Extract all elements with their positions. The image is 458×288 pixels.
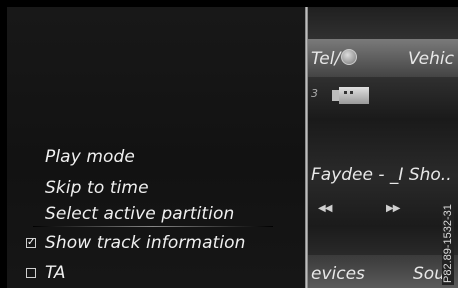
reference-code-text: P82.89-1532-31 [442, 202, 454, 285]
tab-vehicle[interactable]: Vehic [408, 49, 454, 69]
checkbox-unchecked-icon[interactable] [26, 268, 36, 278]
reference-code: P82.89-1532-31 [442, 173, 456, 285]
menu-divider [305, 7, 308, 288]
tab-devices[interactable]: evices [311, 264, 365, 284]
usb-icon [332, 87, 369, 104]
menu-item-label: Play mode [45, 147, 135, 167]
tab-sound[interactable]: Sou [413, 264, 445, 284]
menu-item-skip-to-time[interactable]: Skip to time [45, 178, 149, 198]
media-background-panel: Tel/ Vehic 3 Faydee - _I Sho.. ◀◀ ▶▶ evi… [308, 7, 458, 288]
track-title: Faydee - _I Sho.. [311, 165, 452, 185]
options-menu: Play mode Skip to time Select active par… [7, 7, 305, 288]
globe-icon [341, 49, 358, 65]
tab-telephone[interactable]: Tel/ [311, 49, 358, 69]
display-frame: Tel/ Vehic 3 Faydee - _I Sho.. ◀◀ ▶▶ evi… [7, 7, 458, 288]
checkbox-checked-icon[interactable]: ✓ [26, 238, 36, 248]
menu-item-label: Select active partition [45, 204, 235, 224]
menu-item-show-track-information[interactable]: Show track information [45, 233, 246, 253]
menu-item-label: Show track information [45, 233, 246, 253]
menu-item-label: TA [45, 263, 66, 283]
menu-item-play-mode[interactable]: Play mode [45, 147, 135, 167]
selection-underline [33, 226, 273, 227]
skip-forward-icon[interactable]: ▶▶ [386, 203, 400, 214]
tab-telephone-label: Tel/ [311, 49, 341, 69]
menu-item-select-active-partition[interactable]: Select active partition [45, 204, 234, 224]
menu-item-label: Skip to time [45, 178, 149, 198]
menu-item-ta[interactable]: TA [45, 263, 66, 283]
skip-back-icon[interactable]: ◀◀ [318, 203, 332, 214]
source-number: 3 [311, 87, 318, 100]
